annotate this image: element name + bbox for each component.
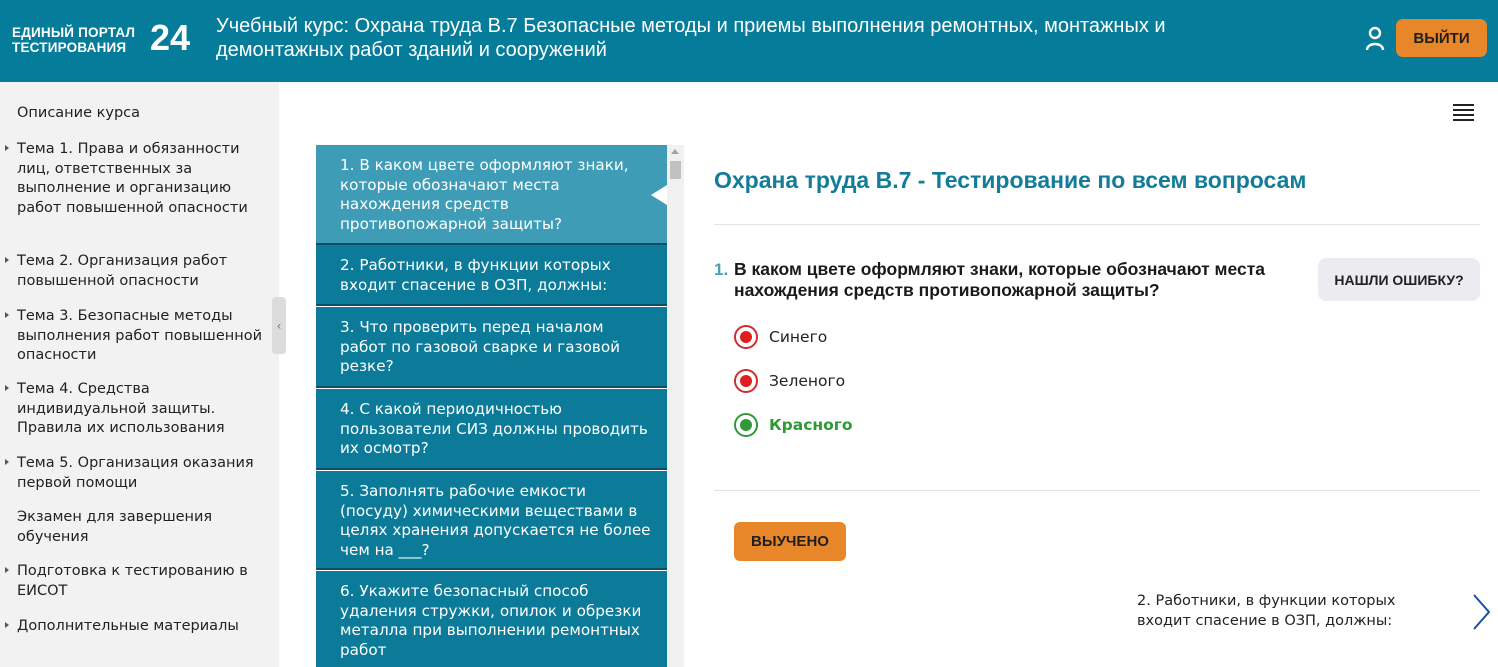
chevron-right-icon[interactable] — [1469, 592, 1493, 632]
sidebar-item-label: Описание курса — [17, 105, 141, 121]
answer-label: Зеленого — [769, 372, 846, 390]
learned-button[interactable]: ВЫУЧЕНО — [734, 522, 846, 561]
portal-logo[interactable]: ЕДИНЫЙ ПОРТАЛ ТЕСТИРОВАНИЯ 24 — [12, 17, 197, 64]
question-list-separator — [316, 304, 667, 306]
active-question-pointer — [651, 185, 667, 205]
logo-number: 24 — [150, 17, 191, 58]
sidebar-item[interactable]: Тема 2. Организация работ повышенной опа… — [5, 252, 267, 291]
caret-right-icon — [5, 622, 9, 628]
course-sidebar: Описание курса Тема 1. Права и обязанност… — [0, 82, 279, 667]
hamburger-menu-icon[interactable] — [1453, 104, 1474, 121]
sidebar-item-label: Тема 4. Средства индивидуальной защиты. … — [17, 381, 225, 436]
question-list-item[interactable]: 2. Работники, в функции которых входит с… — [316, 245, 667, 305]
sidebar-item[interactable]: Экзамен для завершения обучения — [17, 508, 267, 547]
question-list: 1. В каком цвете оформляют знаки, которы… — [316, 145, 667, 667]
caret-right-icon — [5, 385, 9, 391]
top-header: ЕДИНЫЙ ПОРТАЛ ТЕСТИРОВАНИЯ 24 Учебный ку… — [0, 0, 1498, 82]
answer-radio-wrong[interactable] — [734, 325, 758, 349]
sidebar-item[interactable]: Тема 3. Безопасные методы выполнения раб… — [5, 307, 267, 366]
sidebar-item-label: Тема 2. Организация работ повышенной опа… — [17, 253, 228, 289]
logo-line-2: ТЕСТИРОВАНИЯ — [12, 40, 127, 55]
caret-right-icon — [5, 257, 9, 263]
question-list-item-label: 6. Укажите безопасный способ удаления ст… — [340, 582, 642, 659]
sidebar-item-label: Дополнительные материалы — [17, 618, 239, 634]
logout-button[interactable]: ВЫЙТИ — [1396, 19, 1487, 57]
sidebar-item[interactable]: Описание курса — [17, 104, 267, 124]
question-list-item[interactable]: 5. Заполнять рабочие емкости (посуду) хи… — [316, 471, 667, 569]
scrollbar-thumb[interactable] — [670, 161, 681, 179]
sidebar-item[interactable]: Тема 1. Права и обязанности лиц, ответст… — [5, 140, 267, 218]
sidebar-item[interactable]: Тема 4. Средства индивидуальной защиты. … — [5, 380, 267, 439]
question-list-item[interactable]: 6. Укажите безопасный способ удаления ст… — [316, 571, 667, 667]
question-number: 1. — [714, 260, 729, 279]
next-question-link[interactable]: 2. Работники, в функции которых входит с… — [1137, 592, 1437, 631]
question-text: В каком цвете оформляют знаки, которые о… — [734, 259, 1265, 300]
divider — [714, 224, 1480, 225]
question-list-item-active[interactable]: 1. В каком цвете оформляют знаки, которы… — [316, 145, 667, 244]
caret-right-icon — [5, 145, 9, 151]
report-error-button[interactable]: НАШЛИ ОШИБКУ? — [1318, 258, 1480, 301]
question-list-separator — [316, 468, 667, 470]
caret-right-icon — [5, 567, 9, 573]
answer-radio-wrong[interactable] — [734, 369, 758, 393]
sidebar-item[interactable]: Дополнительные материалы — [5, 617, 267, 637]
course-title: Учебный курс: Охрана труда В.7 Безопасны… — [216, 15, 1166, 61]
sidebar-collapse-handle[interactable]: ‹ — [272, 297, 286, 354]
question-list-item-label: 2. Работники, в функции которых входит с… — [340, 256, 611, 294]
divider — [714, 490, 1480, 491]
answer-option[interactable]: Синего — [734, 325, 827, 349]
sidebar-item[interactable]: Тема 5. Организация оказания первой помо… — [5, 454, 267, 493]
logo-text: ЕДИНЫЙ ПОРТАЛ ТЕСТИРОВАНИЯ — [12, 25, 135, 55]
caret-right-icon — [5, 312, 9, 318]
answer-label-correct: Красного — [769, 416, 853, 434]
answer-radio-correct[interactable] — [734, 413, 758, 437]
sidebar-item-label: Тема 1. Права и обязанности лиц, ответст… — [17, 141, 248, 216]
logo-line-1: ЕДИНЫЙ ПОРТАЛ — [12, 25, 136, 40]
question-list-separator — [316, 386, 667, 388]
answer-option[interactable]: Зеленого — [734, 369, 845, 393]
answer-label: Синего — [769, 328, 828, 346]
sidebar-item-label: Тема 5. Организация оказания первой помо… — [17, 455, 254, 491]
sidebar-item-label: Экзамен для завершения обучения — [17, 509, 213, 545]
question-list-item-label: 1. В каком цвете оформляют знаки, которы… — [340, 156, 629, 233]
question-list-separator — [316, 568, 667, 570]
sidebar-item[interactable]: Подготовка к тестированию в ЕИСОТ — [5, 562, 267, 601]
question-list-item[interactable]: 4. С какой периодичностью пользователи С… — [316, 389, 667, 469]
answer-option-correct[interactable]: Красного — [734, 413, 853, 437]
user-icon[interactable] — [1364, 26, 1386, 52]
question-list-item[interactable]: 3. Что проверить перед началом работ по … — [316, 307, 667, 387]
question-list-item-label: 4. С какой периодичностью пользователи С… — [340, 400, 648, 457]
sidebar-item-label: Подготовка к тестированию в ЕИСОТ — [17, 563, 248, 599]
chevron-left-icon: ‹ — [276, 318, 282, 333]
sidebar-item-label: Тема 3. Безопасные методы выполнения раб… — [17, 308, 262, 363]
question-list-scrollbar[interactable] — [667, 145, 684, 667]
page-title: Охрана труда В.7 - Тестирование по всем … — [714, 167, 1307, 193]
question-list-item-label: 3. Что проверить перед началом работ по … — [340, 318, 620, 375]
caret-right-icon — [5, 459, 9, 465]
scroll-up-arrow-icon[interactable] — [671, 149, 679, 154]
question-list-item-label: 5. Заполнять рабочие емкости (посуду) хи… — [340, 482, 651, 559]
